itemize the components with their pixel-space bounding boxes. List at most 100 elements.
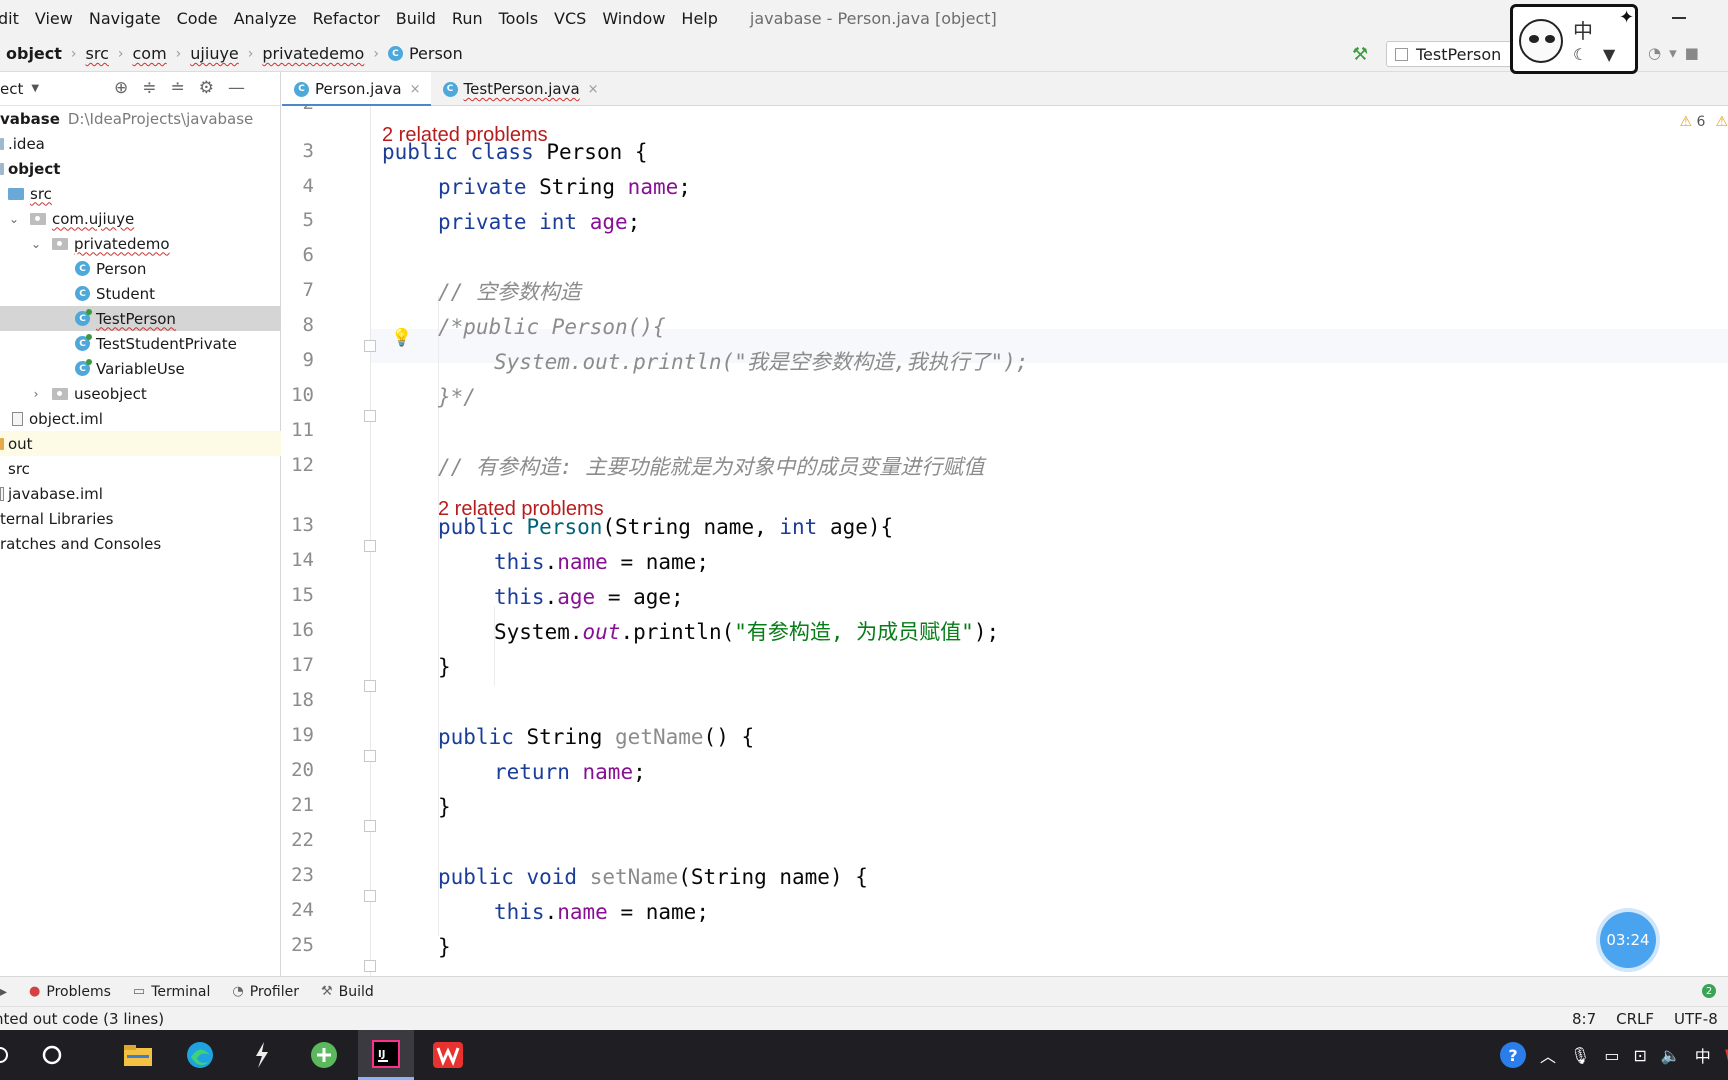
menu-build[interactable]: Build bbox=[388, 9, 444, 28]
menu-vcs[interactable]: VCS bbox=[546, 9, 594, 28]
tree-item-com-ujiuye[interactable]: ⌄ com.ujiuye bbox=[0, 206, 281, 231]
fold-marker-icon[interactable] bbox=[364, 680, 376, 692]
profile-icon[interactable]: ◔ bbox=[1648, 44, 1661, 62]
tree-item-teststudentprivate[interactable]: C TestStudentPrivate bbox=[0, 331, 281, 356]
collapse-all-icon[interactable]: ≐ bbox=[171, 78, 185, 98]
tree-item-root-src[interactable]: src bbox=[0, 456, 281, 481]
cortana-icon[interactable] bbox=[24, 1030, 80, 1080]
tree-item-out[interactable]: out bbox=[0, 431, 281, 456]
network-icon[interactable]: ⊡ bbox=[1633, 1046, 1646, 1065]
tab-person-java[interactable]: C Person.java × bbox=[282, 72, 431, 107]
menu-run[interactable]: Run bbox=[444, 9, 491, 28]
edge-browser-icon[interactable] bbox=[172, 1030, 228, 1080]
run-configuration-select[interactable]: TestPerson bbox=[1386, 41, 1512, 67]
menu-refactor[interactable]: Refactor bbox=[305, 9, 388, 28]
chevron-up-icon[interactable]: ︿ bbox=[1540, 1043, 1556, 1067]
ime-indicator[interactable]: 中 bbox=[1695, 1043, 1711, 1067]
fold-marker-icon[interactable] bbox=[364, 340, 376, 352]
fold-marker-icon[interactable] bbox=[364, 820, 376, 832]
tab-testperson-java[interactable]: C TestPerson.java × bbox=[431, 72, 609, 106]
line-number: 16 bbox=[291, 619, 314, 641]
tool-window-build[interactable]: ⚒ Build bbox=[321, 984, 374, 1000]
expand-all-icon[interactable]: ≑ bbox=[142, 78, 156, 98]
hammer-icon: ⚒ bbox=[321, 984, 333, 999]
file-encoding[interactable]: UTF-8 bbox=[1674, 1010, 1718, 1028]
sparkle-icon: ✦ bbox=[1619, 7, 1635, 28]
code-line-5: private int age; bbox=[438, 210, 641, 234]
wps-office-icon[interactable] bbox=[420, 1030, 476, 1080]
dropdown-icon[interactable]: ▾ bbox=[1669, 44, 1677, 62]
fold-marker-icon[interactable] bbox=[364, 410, 376, 422]
tool-window-profiler[interactable]: ◔ Profiler bbox=[232, 984, 299, 1000]
locate-icon[interactable]: ⊕ bbox=[114, 78, 128, 98]
tree-item-label: object.iml bbox=[29, 409, 103, 428]
tree-item-privatedemo[interactable]: ⌄ privatedemo bbox=[0, 231, 281, 256]
fold-marker-icon[interactable] bbox=[364, 540, 376, 552]
code-line-9: System.out.println("我是空参数构造,我执行了"); bbox=[494, 350, 1029, 374]
line-number: 20 bbox=[291, 759, 314, 781]
tree-item-javabase-iml[interactable]: javabase.iml bbox=[0, 481, 281, 506]
breadcrumb-ujiuye[interactable]: ujiuye bbox=[190, 44, 238, 63]
volume-icon[interactable]: 🔈 bbox=[1661, 1046, 1681, 1065]
project-view-selector[interactable]: ect bbox=[0, 80, 23, 98]
menu-help[interactable]: Help bbox=[673, 9, 725, 28]
help-icon[interactable]: ? bbox=[1500, 1042, 1526, 1068]
line-separator[interactable]: CRLF bbox=[1616, 1010, 1654, 1028]
menu-view[interactable]: View bbox=[27, 9, 81, 28]
tree-item-idea[interactable]: .idea bbox=[0, 131, 281, 156]
gear-icon[interactable]: ⚙ bbox=[199, 78, 214, 98]
app-lightning-icon[interactable] bbox=[234, 1030, 290, 1080]
tree-item-object[interactable]: object bbox=[0, 156, 281, 181]
breadcrumb-person[interactable]: Person bbox=[409, 44, 463, 63]
recording-timer[interactable]: 03:24 bbox=[1600, 912, 1656, 968]
tree-item-useobject[interactable]: › useobject bbox=[0, 381, 281, 406]
build-hammer-icon[interactable]: ⚒ bbox=[1352, 44, 1368, 65]
tree-item-javabase[interactable]: vabase D:\IdeaProjects\javabase bbox=[0, 106, 281, 131]
chevron-down-icon[interactable]: ▼ bbox=[31, 83, 39, 94]
fold-marker-icon[interactable] bbox=[364, 960, 376, 972]
menu-tools[interactable]: Tools bbox=[491, 9, 546, 28]
minimize-button[interactable] bbox=[1672, 17, 1686, 19]
tree-item-person[interactable]: C Person bbox=[0, 256, 281, 281]
hide-icon[interactable]: — bbox=[228, 78, 245, 98]
tree-item-src[interactable]: src bbox=[0, 181, 281, 206]
fold-marker-icon[interactable] bbox=[364, 890, 376, 902]
intellij-idea-icon[interactable]: IJ bbox=[358, 1030, 414, 1080]
breadcrumb-object[interactable]: object bbox=[6, 44, 62, 63]
code-line-19: public String getName() { bbox=[438, 725, 755, 749]
stop-icon[interactable]: ■ bbox=[1685, 44, 1699, 62]
menu-navigate[interactable]: Navigate bbox=[81, 9, 169, 28]
breadcrumb-separator-icon: › bbox=[373, 45, 379, 62]
run-icon[interactable]: ▸ bbox=[0, 984, 7, 1000]
tree-item-scratches[interactable]: ratches and Consoles bbox=[0, 531, 281, 556]
code-editor[interactable]: 2 3 4 5 6 7 8 9 10 11 12 13 14 15 16 17 … bbox=[282, 106, 1728, 976]
caret-position[interactable]: 8:7 bbox=[1572, 1010, 1596, 1028]
tree-item-variableuse[interactable]: C VariableUse bbox=[0, 356, 281, 381]
menu-window[interactable]: Window bbox=[594, 9, 673, 28]
menu-edit[interactable]: dit bbox=[0, 9, 27, 28]
tree-item-object-iml[interactable]: object.iml bbox=[0, 406, 281, 431]
breadcrumb-src[interactable]: src bbox=[86, 44, 109, 63]
chevron-down-icon[interactable]: ⌄ bbox=[6, 212, 22, 226]
tool-window-problems[interactable]: ● Problems bbox=[29, 984, 111, 1000]
fold-marker-icon[interactable] bbox=[364, 750, 376, 762]
menu-code[interactable]: Code bbox=[169, 9, 226, 28]
tool-window-terminal[interactable]: ▭ Terminal bbox=[133, 984, 210, 1000]
code-line-8: /*public Person(){ bbox=[438, 315, 666, 339]
microphone-icon[interactable]: 🎙 bbox=[1570, 1046, 1590, 1065]
event-log-badge[interactable]: 2 bbox=[1702, 984, 1716, 998]
close-icon[interactable]: × bbox=[410, 82, 421, 97]
tree-item-testperson[interactable]: C TestPerson bbox=[0, 306, 281, 331]
code-line-23: public void setName(String name) { bbox=[438, 865, 868, 889]
file-explorer-icon[interactable] bbox=[110, 1030, 166, 1080]
green-app-icon[interactable] bbox=[296, 1030, 352, 1080]
tree-item-external-libraries[interactable]: ternal Libraries bbox=[0, 506, 281, 531]
chevron-right-icon[interactable]: › bbox=[28, 387, 44, 401]
close-icon[interactable]: × bbox=[588, 82, 599, 97]
breadcrumb-com[interactable]: com bbox=[133, 44, 167, 63]
breadcrumb-privatedemo[interactable]: privatedemo bbox=[262, 44, 364, 63]
menu-analyze[interactable]: Analyze bbox=[226, 9, 305, 28]
tree-item-student[interactable]: C Student bbox=[0, 281, 281, 306]
battery-icon[interactable]: ▭ bbox=[1604, 1046, 1619, 1065]
chevron-down-icon[interactable]: ⌄ bbox=[28, 237, 44, 251]
